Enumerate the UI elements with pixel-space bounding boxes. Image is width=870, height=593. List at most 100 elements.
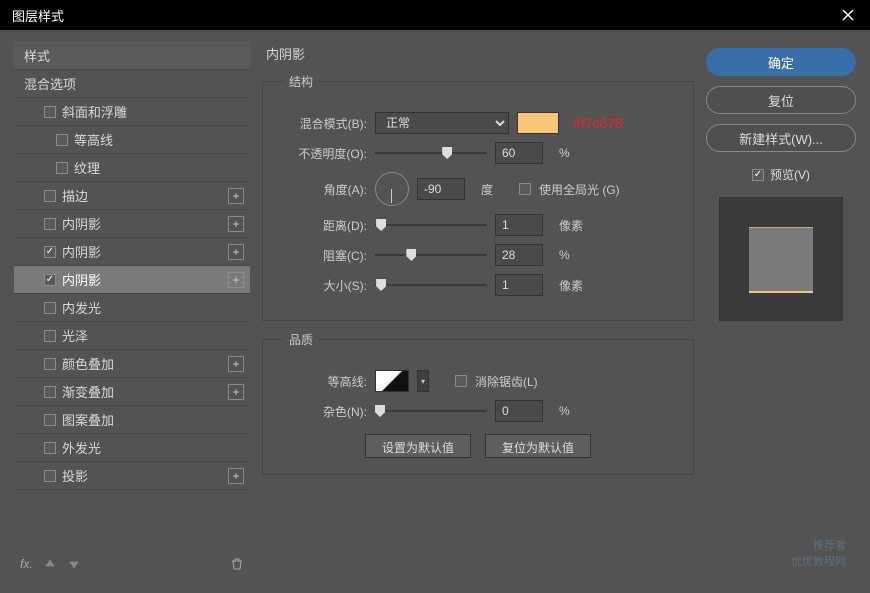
- sidebar-item-5[interactable]: 内阴影 +: [14, 238, 250, 266]
- add-effect-button[interactable]: +: [228, 244, 244, 260]
- sidebar-blending-options[interactable]: 混合选项: [14, 70, 250, 98]
- style-label: 纹理: [74, 158, 100, 177]
- arrow-up-icon[interactable]: [43, 557, 57, 571]
- sidebar-item-4[interactable]: 内阴影 +: [14, 210, 250, 238]
- label: 混合选项: [24, 74, 76, 93]
- style-label: 内阴影: [62, 242, 101, 261]
- trash-icon[interactable]: [230, 557, 244, 571]
- contour-picker[interactable]: [375, 370, 409, 392]
- sidebar-item-12[interactable]: 外发光: [14, 434, 250, 462]
- style-checkbox[interactable]: [44, 470, 56, 482]
- sidebar-item-10[interactable]: 渐变叠加 +: [14, 378, 250, 406]
- angle-dial[interactable]: [375, 172, 409, 206]
- size-slider[interactable]: [375, 277, 487, 293]
- sidebar-header-styles[interactable]: 样式: [14, 42, 250, 70]
- style-label: 外发光: [62, 438, 101, 457]
- preview-checkbox[interactable]: [752, 169, 764, 181]
- distance-unit: 像素: [559, 217, 589, 234]
- ok-button[interactable]: 确定: [706, 48, 856, 76]
- style-label: 描边: [62, 186, 88, 205]
- fx-icon[interactable]: fx.: [20, 557, 33, 571]
- noise-unit: %: [559, 404, 589, 418]
- close-button[interactable]: [826, 0, 870, 30]
- contour-dropdown[interactable]: ▾: [417, 370, 429, 392]
- sidebar-item-3[interactable]: 描边 +: [14, 182, 250, 210]
- style-label: 渐变叠加: [62, 382, 114, 401]
- add-effect-button[interactable]: +: [228, 188, 244, 204]
- sidebar-item-8[interactable]: 光泽: [14, 322, 250, 350]
- window-title: 图层样式: [12, 6, 64, 25]
- noise-input[interactable]: [495, 400, 543, 422]
- quality-legend: 品质: [283, 331, 319, 348]
- distance-input[interactable]: [495, 214, 543, 236]
- style-label: 投影: [62, 466, 88, 485]
- sidebar-item-9[interactable]: 颜色叠加 +: [14, 350, 250, 378]
- style-checkbox[interactable]: [44, 358, 56, 370]
- sidebar-item-11[interactable]: 图案叠加: [14, 406, 250, 434]
- angle-unit: 度: [481, 181, 511, 198]
- angle-input[interactable]: [417, 178, 465, 200]
- opacity-label: 不透明度(O):: [283, 145, 367, 162]
- color-swatch[interactable]: [517, 112, 559, 134]
- size-unit: 像素: [559, 277, 589, 294]
- style-label: 斜面和浮雕: [62, 102, 127, 121]
- choke-label: 阻塞(C):: [283, 247, 367, 264]
- make-default-button[interactable]: 设置为默认值: [365, 434, 471, 458]
- size-input[interactable]: [495, 274, 543, 296]
- style-checkbox[interactable]: [44, 330, 56, 342]
- style-checkbox[interactable]: [44, 106, 56, 118]
- noise-slider[interactable]: [375, 403, 487, 419]
- preview-label: 预览(V): [770, 166, 810, 183]
- blend-mode-select[interactable]: 正常: [375, 112, 509, 134]
- contour-label: 等高线:: [283, 373, 367, 390]
- distance-slider[interactable]: [375, 217, 487, 233]
- style-label: 颜色叠加: [62, 354, 114, 373]
- style-label: 内阴影: [62, 214, 101, 233]
- style-checkbox[interactable]: [44, 442, 56, 454]
- structure-fieldset: 结构 混合模式(B): 正常 #f7c678 不透明度(O): % 角度(A):…: [262, 73, 694, 321]
- watermark: 推荐者优优教程网: [791, 537, 846, 569]
- style-checkbox[interactable]: [44, 190, 56, 202]
- sidebar-item-0[interactable]: 斜面和浮雕: [14, 98, 250, 126]
- add-effect-button[interactable]: +: [228, 272, 244, 288]
- style-label: 图案叠加: [62, 410, 114, 429]
- opacity-slider[interactable]: [375, 145, 487, 161]
- quality-fieldset: 品质 等高线: ▾ 消除锯齿(L) 杂色(N): % 设置为默认值 复位为默认值: [262, 331, 694, 475]
- sidebar-item-13[interactable]: 投影 +: [14, 462, 250, 490]
- blend-mode-label: 混合模式(B):: [283, 115, 367, 132]
- choke-input[interactable]: [495, 244, 543, 266]
- sidebar-item-2[interactable]: 纹理: [14, 154, 250, 182]
- style-checkbox[interactable]: [56, 162, 68, 174]
- global-light-checkbox[interactable]: [519, 183, 531, 195]
- add-effect-button[interactable]: +: [228, 356, 244, 372]
- style-checkbox[interactable]: [56, 134, 68, 146]
- add-effect-button[interactable]: +: [228, 384, 244, 400]
- sidebar-item-6[interactable]: 内阴影+: [14, 266, 250, 294]
- style-label: 内发光: [62, 298, 101, 317]
- distance-label: 距离(D):: [283, 217, 367, 234]
- new-style-button[interactable]: 新建样式(W)...: [706, 124, 856, 152]
- style-checkbox[interactable]: [44, 386, 56, 398]
- label: 样式: [24, 46, 50, 65]
- style-label: 光泽: [62, 326, 88, 345]
- cancel-button[interactable]: 复位: [706, 86, 856, 114]
- style-checkbox[interactable]: [44, 302, 56, 314]
- angle-label: 角度(A):: [283, 181, 367, 198]
- noise-label: 杂色(N):: [283, 403, 367, 420]
- reset-default-button[interactable]: 复位为默认值: [485, 434, 591, 458]
- antialias-checkbox[interactable]: [455, 375, 467, 387]
- choke-slider[interactable]: [375, 247, 487, 263]
- arrow-down-icon[interactable]: [67, 557, 81, 571]
- opacity-input[interactable]: [495, 142, 543, 164]
- add-effect-button[interactable]: +: [228, 216, 244, 232]
- global-light-label: 使用全局光 (G): [539, 181, 620, 198]
- add-effect-button[interactable]: +: [228, 468, 244, 484]
- sidebar-item-7[interactable]: 内发光: [14, 294, 250, 322]
- sidebar-item-1[interactable]: 等高线: [14, 126, 250, 154]
- opacity-unit: %: [559, 146, 589, 160]
- style-checkbox[interactable]: [44, 218, 56, 230]
- style-checkbox[interactable]: [44, 274, 56, 286]
- style-checkbox[interactable]: [44, 246, 56, 258]
- style-checkbox[interactable]: [44, 414, 56, 426]
- styles-sidebar: 样式 混合选项 斜面和浮雕等高线纹理描边+内阴影+内阴影+内阴影+内发光光泽颜色…: [14, 42, 250, 579]
